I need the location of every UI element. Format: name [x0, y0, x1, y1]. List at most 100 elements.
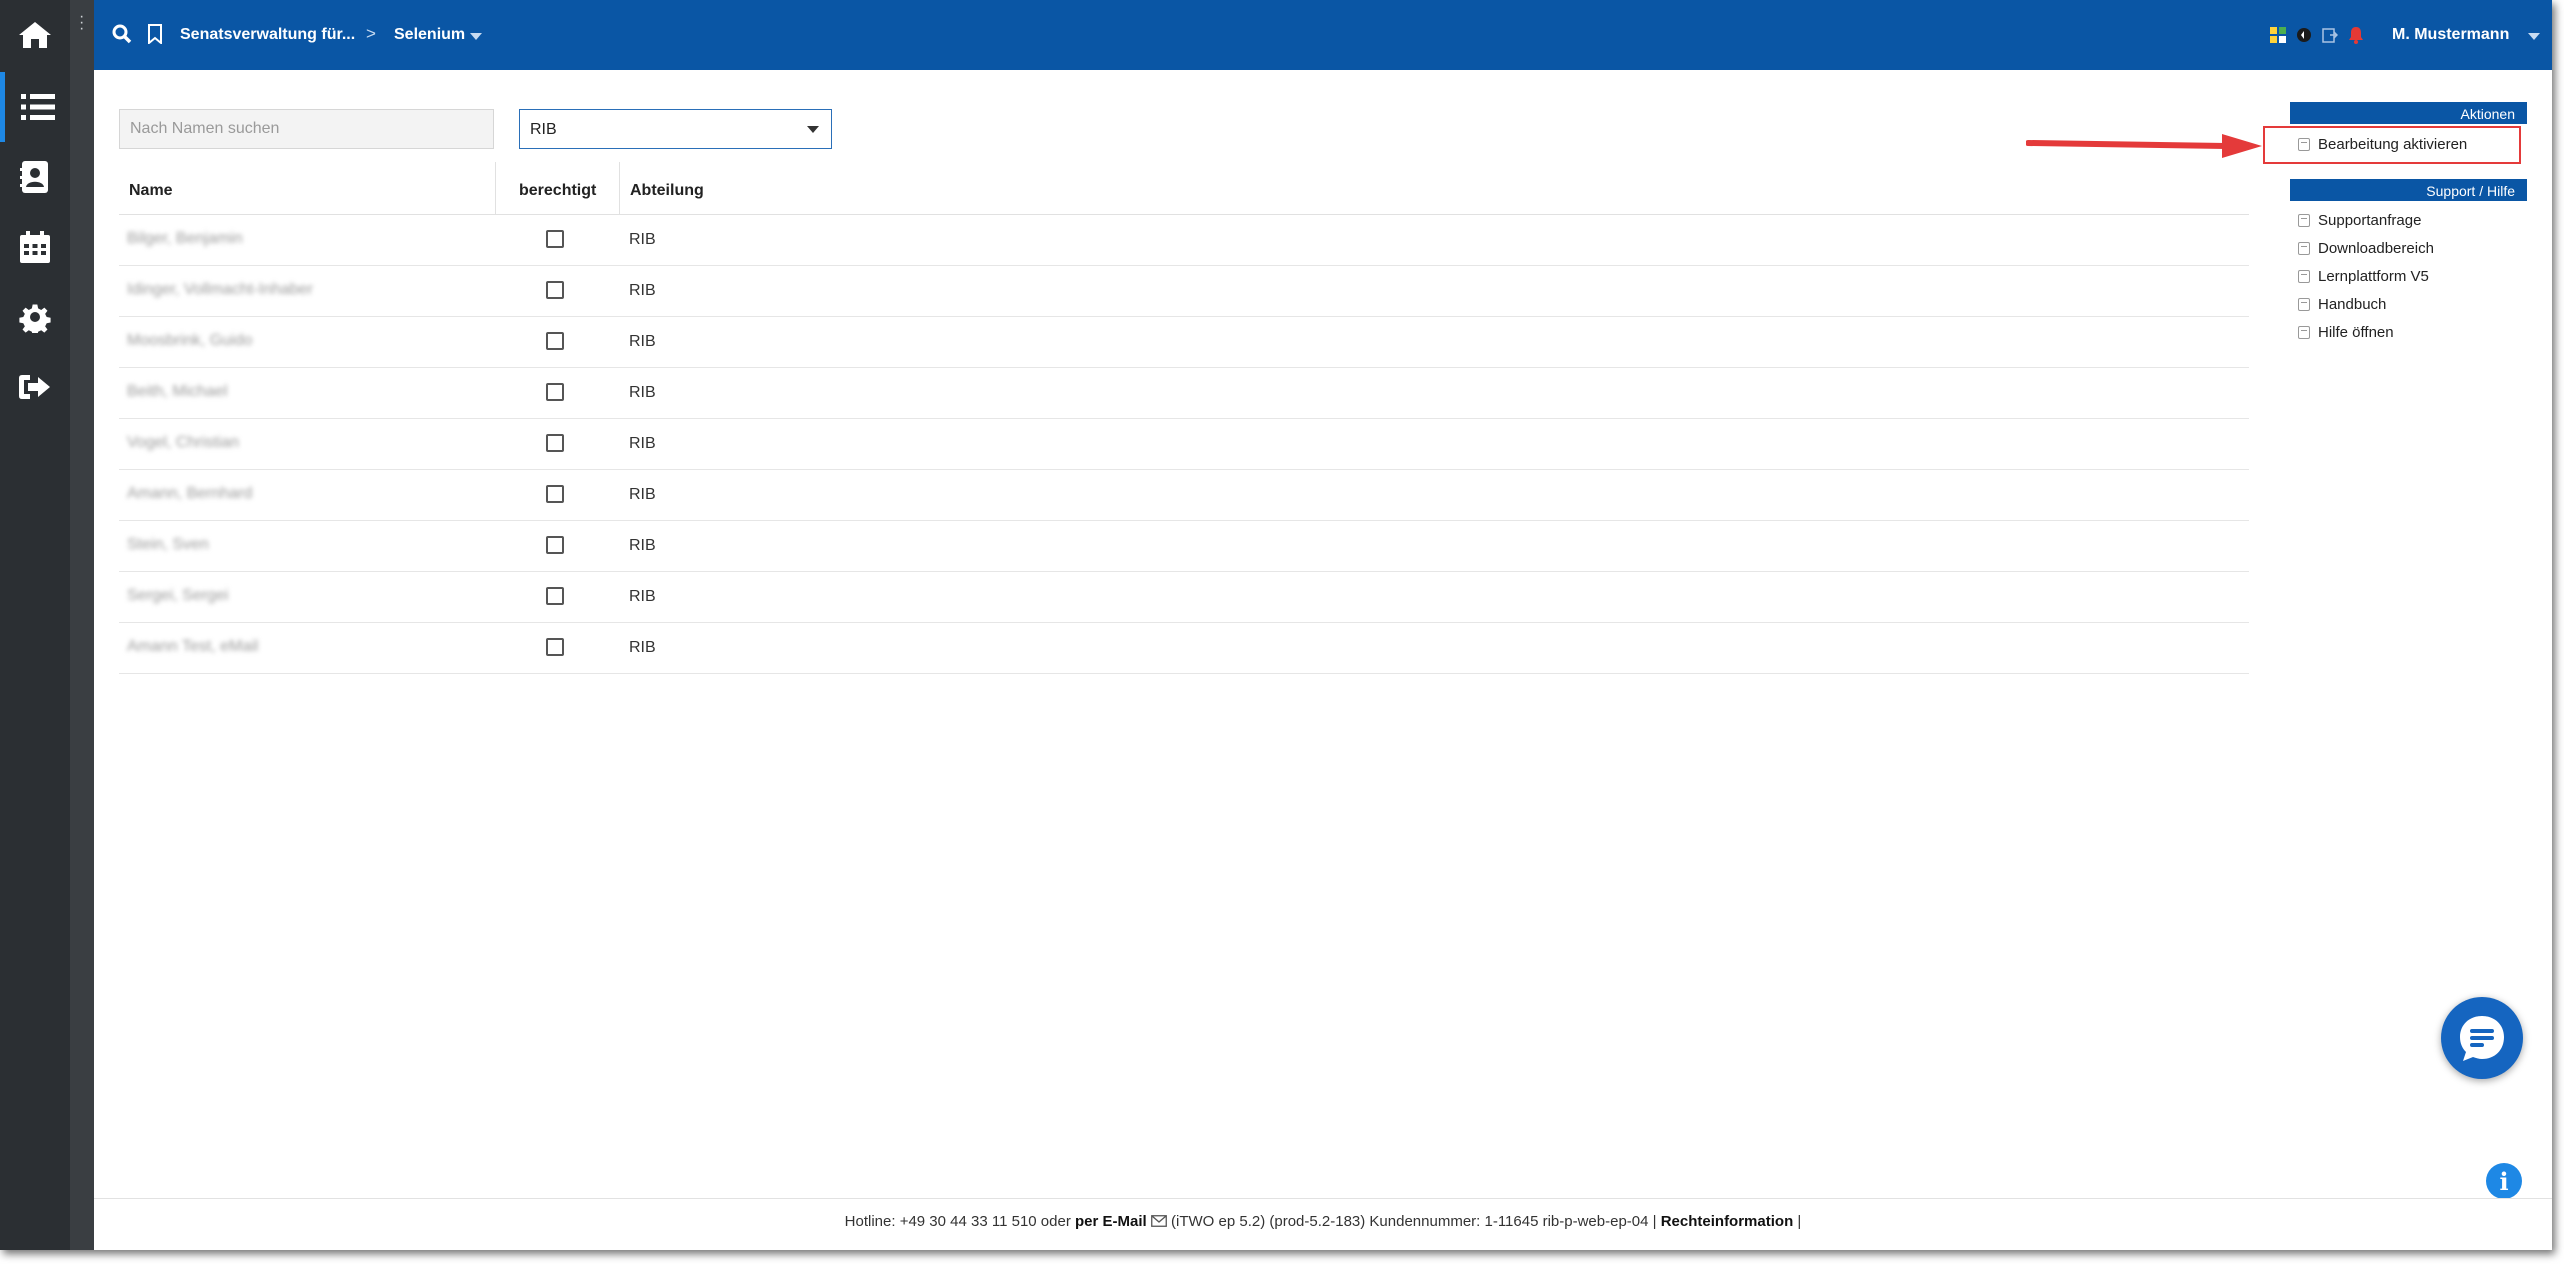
- notification-bell-icon[interactable]: [2348, 26, 2364, 44]
- row-name: Vogel, Christian: [127, 434, 240, 451]
- berechtigt-checkbox[interactable]: [546, 281, 564, 299]
- home-icon: [19, 22, 51, 48]
- row-department: RIB: [629, 384, 656, 401]
- search-icon[interactable]: [112, 24, 132, 44]
- support-link-label: Hilfe öffnen: [2318, 323, 2394, 341]
- column-header-abteilung[interactable]: Abteilung: [630, 182, 704, 200]
- support-panel-header: Support / Hilfe: [2290, 179, 2527, 201]
- table-row: Moosbrink, Guido RIB: [119, 317, 2249, 368]
- table-row: Vogel, Christian RIB: [119, 419, 2249, 470]
- document-icon: [2298, 325, 2310, 339]
- breadcrumb-separator: >: [366, 24, 376, 43]
- table-row: Amann, Bernhard RIB: [119, 470, 2249, 521]
- nav-home[interactable]: [0, 0, 70, 70]
- footer-divider: [94, 1198, 2552, 1199]
- row-department: RIB: [629, 639, 656, 656]
- department-select-value: RIB: [530, 121, 557, 138]
- berechtigt-checkbox[interactable]: [546, 434, 564, 452]
- support-link[interactable]: Hilfe öffnen: [2298, 320, 2394, 344]
- list-icon: [20, 94, 55, 120]
- nav-list[interactable]: [0, 72, 70, 142]
- berechtigt-checkbox[interactable]: [546, 230, 564, 248]
- sidebar-resize-handle[interactable]: · · ·: [70, 0, 94, 1250]
- support-link[interactable]: Downloadbereich: [2298, 236, 2434, 260]
- toolbar-icons: [2270, 26, 2364, 44]
- support-link-label: Supportanfrage: [2318, 211, 2422, 229]
- apps-icon[interactable]: [2270, 27, 2286, 43]
- row-name: Idinger, Vollmacht-Inhaber: [127, 281, 313, 298]
- row-name: Beith, Michael: [127, 383, 228, 400]
- table-row: Bilger, Benjamin RIB: [119, 215, 2249, 266]
- chevron-down-icon[interactable]: [470, 33, 482, 40]
- nav-contacts[interactable]: [0, 142, 70, 212]
- berechtigt-checkbox[interactable]: [546, 536, 564, 554]
- nav-settings[interactable]: [0, 282, 70, 352]
- support-link-label: Handbuch: [2318, 295, 2387, 313]
- row-name: Bilger, Benjamin: [127, 230, 243, 247]
- footer-legal-link[interactable]: Rechteinformation: [1661, 1213, 1794, 1230]
- footer-hotline: Hotline: +49 30 44 33 11 510 oder: [844, 1213, 1071, 1230]
- annotation-highlight-box: [2263, 126, 2521, 164]
- row-department: RIB: [629, 486, 656, 503]
- breadcrumb-project[interactable]: Selenium: [394, 26, 465, 44]
- column-divider[interactable]: [495, 162, 496, 214]
- envelope-icon: [1150, 1215, 1167, 1227]
- support-link[interactable]: Handbuch: [2298, 292, 2386, 316]
- row-department: RIB: [629, 537, 656, 554]
- permissions-table: Name berechtigt Abteilung Bilger, Benjam…: [119, 162, 2249, 674]
- annotation-arrow-icon: [2026, 134, 2262, 158]
- berechtigt-checkbox[interactable]: [546, 332, 564, 350]
- document-icon: [2298, 297, 2310, 311]
- document-icon: [2298, 241, 2310, 255]
- document-icon: [2298, 269, 2310, 283]
- actions-panel-header: Aktionen: [2290, 102, 2527, 124]
- support-link[interactable]: Supportanfrage: [2298, 208, 2421, 232]
- info-button[interactable]: i: [2486, 1163, 2522, 1199]
- dropdown-caret-icon: [807, 126, 819, 133]
- table-row: Stein, Sven RIB: [119, 521, 2249, 572]
- user-chevron-down-icon[interactable]: [2528, 33, 2540, 40]
- name-search-input[interactable]: [119, 109, 494, 149]
- berechtigt-checkbox[interactable]: [546, 587, 564, 605]
- column-header-name[interactable]: Name: [129, 182, 173, 200]
- breadcrumb-organization[interactable]: Senatsverwaltung für...: [180, 26, 355, 44]
- support-link-label: Downloadbereich: [2318, 239, 2434, 257]
- support-link-label: Lernplattform V5: [2318, 267, 2429, 285]
- berechtigt-checkbox[interactable]: [546, 383, 564, 401]
- row-department: RIB: [629, 282, 656, 299]
- row-name: Stein, Sven: [127, 536, 209, 553]
- footer: Hotline: +49 30 44 33 11 510 oder per E-…: [94, 1213, 2552, 1230]
- more-vertical-icon: · · ·: [79, 8, 85, 37]
- table-row: Sergei, Sergei RIB: [119, 572, 2249, 623]
- row-department: RIB: [629, 231, 656, 248]
- sync-icon[interactable]: [2296, 27, 2312, 43]
- footer-trailing-separator: |: [1797, 1213, 1802, 1230]
- chat-bubble-icon: [2460, 1016, 2504, 1061]
- bookmark-icon[interactable]: [148, 24, 162, 44]
- footer-version: (iTWO ep 5.2) (prod-5.2-183) Kundennumme…: [1171, 1213, 1657, 1230]
- row-name: Sergei, Sergei: [127, 587, 229, 604]
- user-menu[interactable]: M. Mustermann: [2392, 26, 2509, 44]
- column-header-berechtigt[interactable]: berechtigt: [519, 182, 596, 200]
- nav-calendar[interactable]: [0, 212, 70, 282]
- chat-button[interactable]: [2441, 997, 2523, 1079]
- export-icon[interactable]: [2322, 27, 2338, 43]
- contacts-icon: [20, 161, 48, 193]
- column-divider[interactable]: [619, 162, 620, 214]
- row-name: Moosbrink, Guido: [127, 332, 253, 349]
- row-name: Amann Test, eMail: [127, 638, 259, 655]
- row-department: RIB: [629, 435, 656, 452]
- department-select[interactable]: RIB: [519, 109, 832, 149]
- row-department: RIB: [629, 588, 656, 605]
- table-header: Name berechtigt Abteilung: [119, 162, 2249, 215]
- logout-icon: [19, 375, 50, 399]
- nav-logout[interactable]: [0, 352, 70, 422]
- support-link[interactable]: Lernplattform V5: [2298, 264, 2429, 288]
- top-bar: Senatsverwaltung für... > Selenium M. Mu…: [94, 0, 2552, 70]
- calendar-icon: [20, 231, 50, 263]
- berechtigt-checkbox[interactable]: [546, 485, 564, 503]
- table-row: Beith, Michael RIB: [119, 368, 2249, 419]
- berechtigt-checkbox[interactable]: [546, 638, 564, 656]
- table-row: Amann Test, eMail RIB: [119, 623, 2249, 674]
- footer-email-link[interactable]: per E-Mail: [1075, 1213, 1147, 1230]
